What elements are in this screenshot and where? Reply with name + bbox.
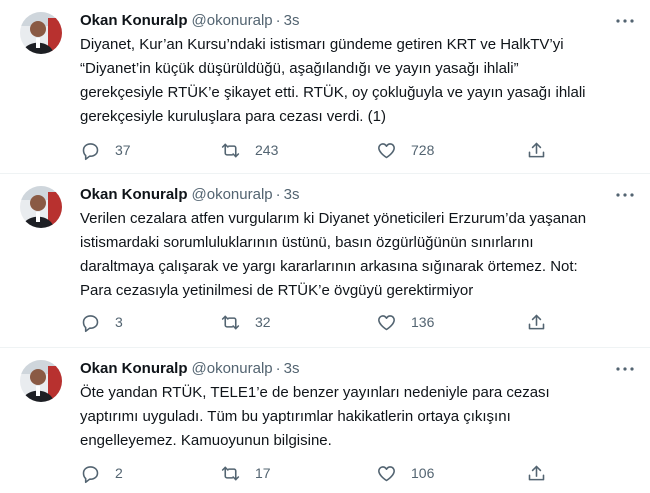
- like-count: 728: [411, 142, 435, 158]
- timestamp[interactable]: 3s: [284, 186, 300, 203]
- retweet-count: 32: [255, 314, 271, 330]
- avatar[interactable]: [20, 12, 62, 54]
- author-name[interactable]: Okan Konuralp: [80, 12, 188, 29]
- share-button[interactable]: [526, 461, 547, 485]
- like-button[interactable]: 136: [376, 310, 434, 334]
- tweet-text-line: “Diyanet’in küçük düşürüldüğü, aşağıland…: [80, 60, 519, 77]
- author-handle[interactable]: @okonuralp: [192, 360, 273, 377]
- tweet-text-line: gerekçesiyle kuruluşlara para cezası ver…: [80, 108, 386, 125]
- tweet-header: Okan Konuralp @okonuralp · 3s: [80, 11, 299, 31]
- retweet-count: 17: [255, 465, 271, 481]
- author-name[interactable]: Okan Konuralp: [80, 186, 188, 203]
- reply-button[interactable]: 2: [80, 461, 123, 485]
- reply-button[interactable]: 3: [80, 310, 123, 334]
- retweet-button[interactable]: 243: [220, 138, 278, 162]
- retweet-count: 243: [255, 142, 279, 158]
- author-name[interactable]: Okan Konuralp: [80, 360, 188, 377]
- tweet-text-line: Diyanet, Kur’an Kursu’ndaki istismarı gü…: [80, 36, 564, 53]
- avatar[interactable]: [20, 186, 62, 228]
- author-handle[interactable]: @okonuralp: [192, 12, 273, 29]
- divider: [0, 347, 650, 348]
- reply-count: 2: [115, 465, 123, 481]
- more-icon[interactable]: [614, 186, 636, 204]
- tweet-text-line: istismardaki sorumluluklarının üstünü, b…: [80, 234, 534, 251]
- like-button[interactable]: 106: [376, 461, 434, 485]
- author-handle[interactable]: @okonuralp: [192, 186, 273, 203]
- tweet-text-line: gerekçesiyle RTÜK’e şikayet etti. RTÜK, …: [80, 84, 586, 101]
- share-button[interactable]: [526, 310, 547, 334]
- share-button[interactable]: [526, 138, 547, 162]
- tweet-text-line: Para cezasıyla yetinilmesi de RTÜK’e övg…: [80, 282, 474, 299]
- tweet-text-line: Verilen cezalara atfen vurgularım ki Diy…: [80, 210, 587, 227]
- share-icon: [526, 463, 547, 484]
- tweet-text: Verilen cezalara atfen vurgularım ki Diy…: [80, 207, 635, 303]
- divider: [0, 173, 650, 174]
- separator: ·: [275, 360, 281, 377]
- avatar[interactable]: [20, 360, 62, 402]
- timestamp[interactable]: 3s: [284, 12, 300, 29]
- more-icon[interactable]: [614, 360, 636, 378]
- reply-count: 37: [115, 142, 131, 158]
- share-icon: [526, 140, 547, 161]
- retweet-icon: [220, 312, 241, 333]
- more-icon[interactable]: [614, 12, 636, 30]
- like-count: 136: [411, 314, 435, 330]
- tweet-header: Okan Konuralp @okonuralp · 3s: [80, 185, 299, 205]
- reply-icon: [80, 312, 101, 333]
- like-icon: [376, 140, 397, 161]
- reply-button[interactable]: 37: [80, 138, 131, 162]
- tweet-text-line: daraltmaya çalışarak ve yargı kararların…: [80, 258, 578, 275]
- tweet-header: Okan Konuralp @okonuralp · 3s: [80, 359, 299, 379]
- reply-count: 3: [115, 314, 123, 330]
- like-button[interactable]: 728: [376, 138, 434, 162]
- separator: ·: [275, 12, 281, 29]
- like-count: 106: [411, 465, 435, 481]
- tweet-text-line: yaptırımı uyguladı. Tüm bu yaptırımlar h…: [80, 408, 511, 425]
- share-icon: [526, 312, 547, 333]
- retweet-icon: [220, 463, 241, 484]
- tweet-actions: 37 243 728: [80, 138, 560, 162]
- tweet-thread: Okan Konuralp @okonuralp · 3s Diyanet, Kur’…: [0, 0, 650, 493]
- like-icon: [376, 312, 397, 333]
- retweet-button[interactable]: 32: [220, 310, 271, 334]
- timestamp[interactable]: 3s: [284, 360, 300, 377]
- reply-icon: [80, 140, 101, 161]
- tweet-actions: 2 17 106: [80, 461, 560, 485]
- reply-icon: [80, 463, 101, 484]
- retweet-button[interactable]: 17: [220, 461, 271, 485]
- like-icon: [376, 463, 397, 484]
- tweet-text: Diyanet, Kur’an Kursu’ndaki istismarı gü…: [80, 33, 635, 129]
- separator: ·: [275, 186, 281, 203]
- tweet-text: Öte yandan RTÜK, TELE1’e de benzer yayın…: [80, 381, 635, 453]
- retweet-icon: [220, 140, 241, 161]
- tweet-actions: 3 32 136: [80, 310, 560, 334]
- tweet-text-line: Öte yandan RTÜK, TELE1’e de benzer yayın…: [80, 384, 550, 401]
- tweet-text-line: engelleyemez. Kamuoyunun bilgisine.: [80, 432, 332, 449]
